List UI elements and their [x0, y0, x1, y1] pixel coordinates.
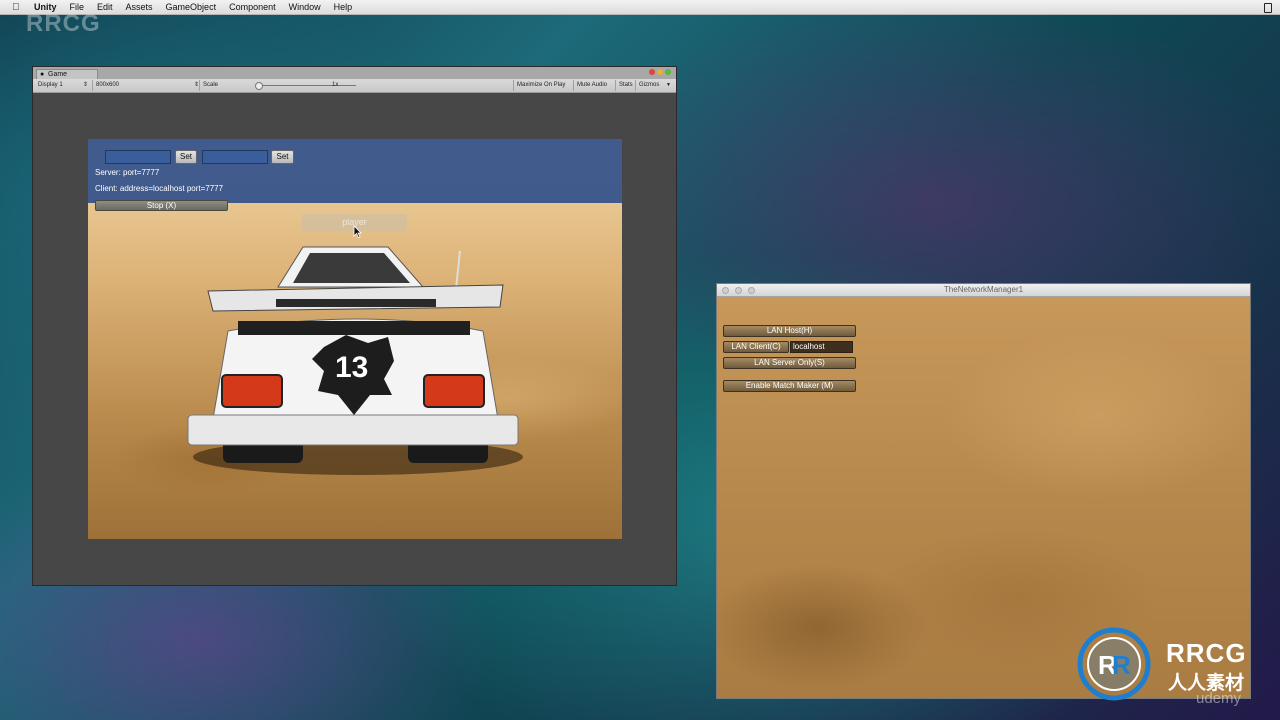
display-dropdown[interactable]: Display 1 — [38, 81, 63, 90]
menu-bar:  Unity File Edit Assets GameObject Comp… — [0, 0, 1280, 15]
gizmos-dropdown[interactable]: Gizmos — [639, 81, 659, 90]
client-address-input[interactable]: localhost — [790, 341, 853, 353]
toolbar-divider — [635, 80, 636, 91]
close-window-button[interactable] — [649, 69, 655, 75]
toolbar-divider — [615, 80, 616, 91]
scale-value: 1x — [332, 82, 339, 88]
toolbar-divider — [573, 80, 574, 91]
chevron-updown-icon: ⇕ — [83, 82, 89, 88]
maximize-on-play-toggle[interactable]: Maximize On Play — [517, 81, 565, 90]
scale-slider-knob[interactable] — [255, 82, 263, 90]
toolbar-divider — [92, 80, 93, 91]
apple-icon[interactable]:  — [12, 2, 26, 13]
address-input[interactable] — [105, 150, 171, 164]
svg-text:R: R — [1112, 650, 1131, 680]
game-viewport[interactable]: 13 Set Set Server: port=7777 Client: add… — [88, 139, 622, 539]
set-port-button[interactable]: Set — [271, 150, 294, 164]
stats-toggle[interactable]: Stats — [619, 81, 633, 90]
menu-window[interactable]: Window — [289, 2, 321, 12]
lan-server-only-button[interactable]: LAN Server Only(S) — [723, 357, 856, 369]
minimize-window-button[interactable] — [657, 69, 663, 75]
watermark-text: RRCG — [26, 10, 101, 37]
network-window-titlebar: TheNetworkManager1 — [717, 284, 1250, 297]
zoom-window-button[interactable] — [665, 69, 671, 75]
menu-gameobject[interactable]: GameObject — [166, 2, 217, 12]
tab-game-label: Game — [48, 71, 68, 78]
game-window: ● Game Display 1 ⇕ 800x600 ⇕ Scale 1x Max… — [32, 66, 677, 586]
menu-help[interactable]: Help — [334, 2, 353, 12]
resolution-dropdown[interactable]: 800x600 — [96, 81, 119, 90]
lan-host-button[interactable]: LAN Host(H) — [723, 325, 856, 337]
mouse-cursor-icon — [353, 225, 362, 238]
port-input[interactable] — [202, 150, 268, 164]
set-button[interactable]: Set — [175, 150, 197, 164]
stop-button[interactable]: Stop (X) — [95, 200, 228, 211]
udemy-watermark: udemy — [1196, 690, 1242, 707]
lan-client-button[interactable]: LAN Client(C) — [723, 341, 789, 353]
scale-slider-track[interactable] — [258, 85, 356, 86]
logo-text-rrcg: RRCG — [1166, 638, 1247, 668]
toolbar-divider — [513, 80, 514, 91]
server-status-text: Server: port=7777 — [95, 168, 160, 177]
toolbar-divider — [199, 80, 200, 91]
game-tab-bar: ● Game — [33, 67, 676, 79]
enable-match-maker-button[interactable]: Enable Match Maker (M) — [723, 380, 856, 392]
client-status-text: Client: address=localhost port=7777 — [95, 184, 224, 193]
game-toolbar: Display 1 ⇕ 800x600 ⇕ Scale 1x Maximize … — [33, 79, 676, 93]
network-hud-panel: Set Set Server: port=7777 Client: addres… — [88, 139, 622, 203]
menu-assets[interactable]: Assets — [126, 2, 153, 12]
scale-label: Scale — [203, 82, 219, 88]
tab-game[interactable]: ● Game — [36, 69, 98, 79]
network-manager-window: TheNetworkManager1 LAN Host(H) LAN Clien… — [716, 283, 1251, 699]
rrcg-logo-icon: R R — [1077, 627, 1151, 701]
chevron-down-icon: ▼ — [666, 82, 671, 88]
battery-icon[interactable] — [1264, 3, 1272, 13]
mute-audio-toggle[interactable]: Mute Audio — [577, 81, 607, 90]
menu-component[interactable]: Component — [229, 2, 276, 12]
car-number: 13 — [335, 351, 369, 384]
network-window-title: TheNetworkManager1 — [943, 285, 1024, 294]
